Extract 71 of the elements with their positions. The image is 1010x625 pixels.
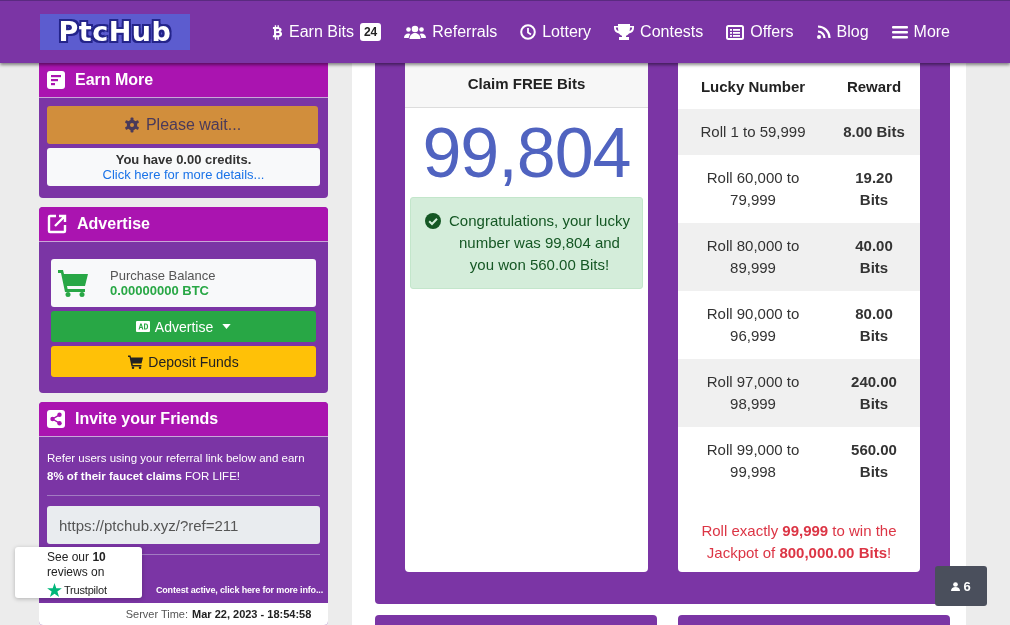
clock-icon [520, 24, 537, 40]
cart-icon [128, 354, 144, 369]
nav-label: Lottery [542, 23, 592, 41]
nav-link[interactable]: Lottery [520, 23, 592, 41]
invite-text: Refer users using your referral link below and earn 8% of their faucet claims FOR LIFE! [46, 451, 306, 484]
referral-link-field[interactable]: https://ptchub.xyz/?ref=211 [47, 506, 320, 544]
nav-link[interactable]: Blog [816, 23, 869, 41]
card-title: Advertise [77, 215, 150, 233]
nav-link[interactable]: Contests [614, 23, 704, 41]
rss-icon [816, 25, 831, 39]
nav-link[interactable]: Referrals [404, 23, 498, 41]
table-cell: 80.00 Bits [828, 291, 920, 359]
reviews-text: See our 10 reviews on [47, 550, 107, 580]
settings-icon [123, 117, 140, 133]
external-link-icon [47, 214, 67, 234]
table-cell: 19.20 Bits [828, 155, 920, 223]
column-header: Reward [828, 63, 920, 109]
card-title: Earn More [75, 71, 154, 89]
nav-label: Referrals [432, 23, 498, 41]
star-icon [47, 583, 62, 597]
count-badge: 24 [359, 23, 382, 41]
nav-link[interactable]: Offers [726, 23, 794, 41]
jackpot-text: Roll exactly 99,999 to win the Jackpot of 800,000.00 Bits! [700, 521, 898, 563]
user-icon [951, 581, 961, 591]
card-title: Invite your Friends [75, 410, 219, 428]
share-icon [47, 410, 65, 428]
table-cell: Roll 99,000 to 99,998 [678, 427, 828, 495]
contest-link[interactable]: Contest active, click here for more info... [155, 585, 323, 595]
check-circle-icon [425, 213, 441, 229]
table-cell: Roll 90,000 to 96,999 [678, 291, 828, 359]
nav-link[interactable]: Earn Bits 24 [272, 23, 382, 41]
table-cell: 40.00 Bits [828, 223, 920, 291]
users-icon [404, 25, 427, 39]
column-header: Lucky Number [678, 63, 828, 109]
table-cell: Roll 1 to 59,999 [678, 109, 828, 155]
nav-link[interactable]: More [891, 23, 950, 41]
nav-label: Contests [640, 23, 704, 41]
list-icon [726, 24, 745, 40]
table-cell: 8.00 Bits [828, 109, 920, 155]
ad-icon [135, 321, 150, 332]
nav-label: Earn Bits [289, 23, 354, 41]
nav-label: More [913, 23, 950, 41]
deposit-button[interactable]: Deposit Funds [51, 346, 316, 377]
alert-message: Congratulations, your lucky number was 99,804 and you won 560.00 Bits! [448, 211, 631, 275]
table-cell: Roll 97,000 to 98,999 [678, 359, 828, 427]
server-time: Mar 22, 2023 - 18:54:58 [192, 608, 312, 620]
wait-button[interactable]: Please wait... [47, 106, 318, 144]
table-cell: Roll 60,000 to 79,999 [678, 155, 828, 223]
cart-icon [58, 269, 88, 297]
nav-label: Offers [750, 23, 794, 41]
server-time-label: Server Time: [125, 608, 189, 620]
caret-icon [222, 324, 232, 329]
details-link[interactable]: Click here for more details... [102, 167, 265, 182]
nav-label: Blog [836, 23, 869, 41]
table-cell: 240.00 Bits [828, 359, 920, 427]
bitcoin-icon [272, 24, 283, 40]
bars-icon [891, 25, 908, 39]
credits-text: You have 0.00 credits. [114, 152, 253, 167]
trustpilot-label: Trustpilot [64, 584, 107, 596]
trophy-icon [614, 24, 635, 40]
online-users-badge[interactable]: 6 [935, 566, 987, 606]
table-cell: 560.00 Bits [828, 427, 920, 495]
table-cell: Roll 80,000 to 89,999 [678, 223, 828, 291]
trustpilot-widget[interactable]: See our 10 reviews on Trustpilot [15, 547, 142, 598]
balance-value: 0.00000000 BTC [110, 283, 210, 298]
balance-label: Purchase Balance [110, 268, 216, 283]
logo[interactable]: PtcHub [40, 14, 190, 50]
card-header-title: Claim FREE Bits [405, 63, 648, 108]
document-icon [47, 71, 65, 89]
online-count: 6 [963, 578, 971, 594]
lucky-number: 99,804 [422, 113, 631, 194]
